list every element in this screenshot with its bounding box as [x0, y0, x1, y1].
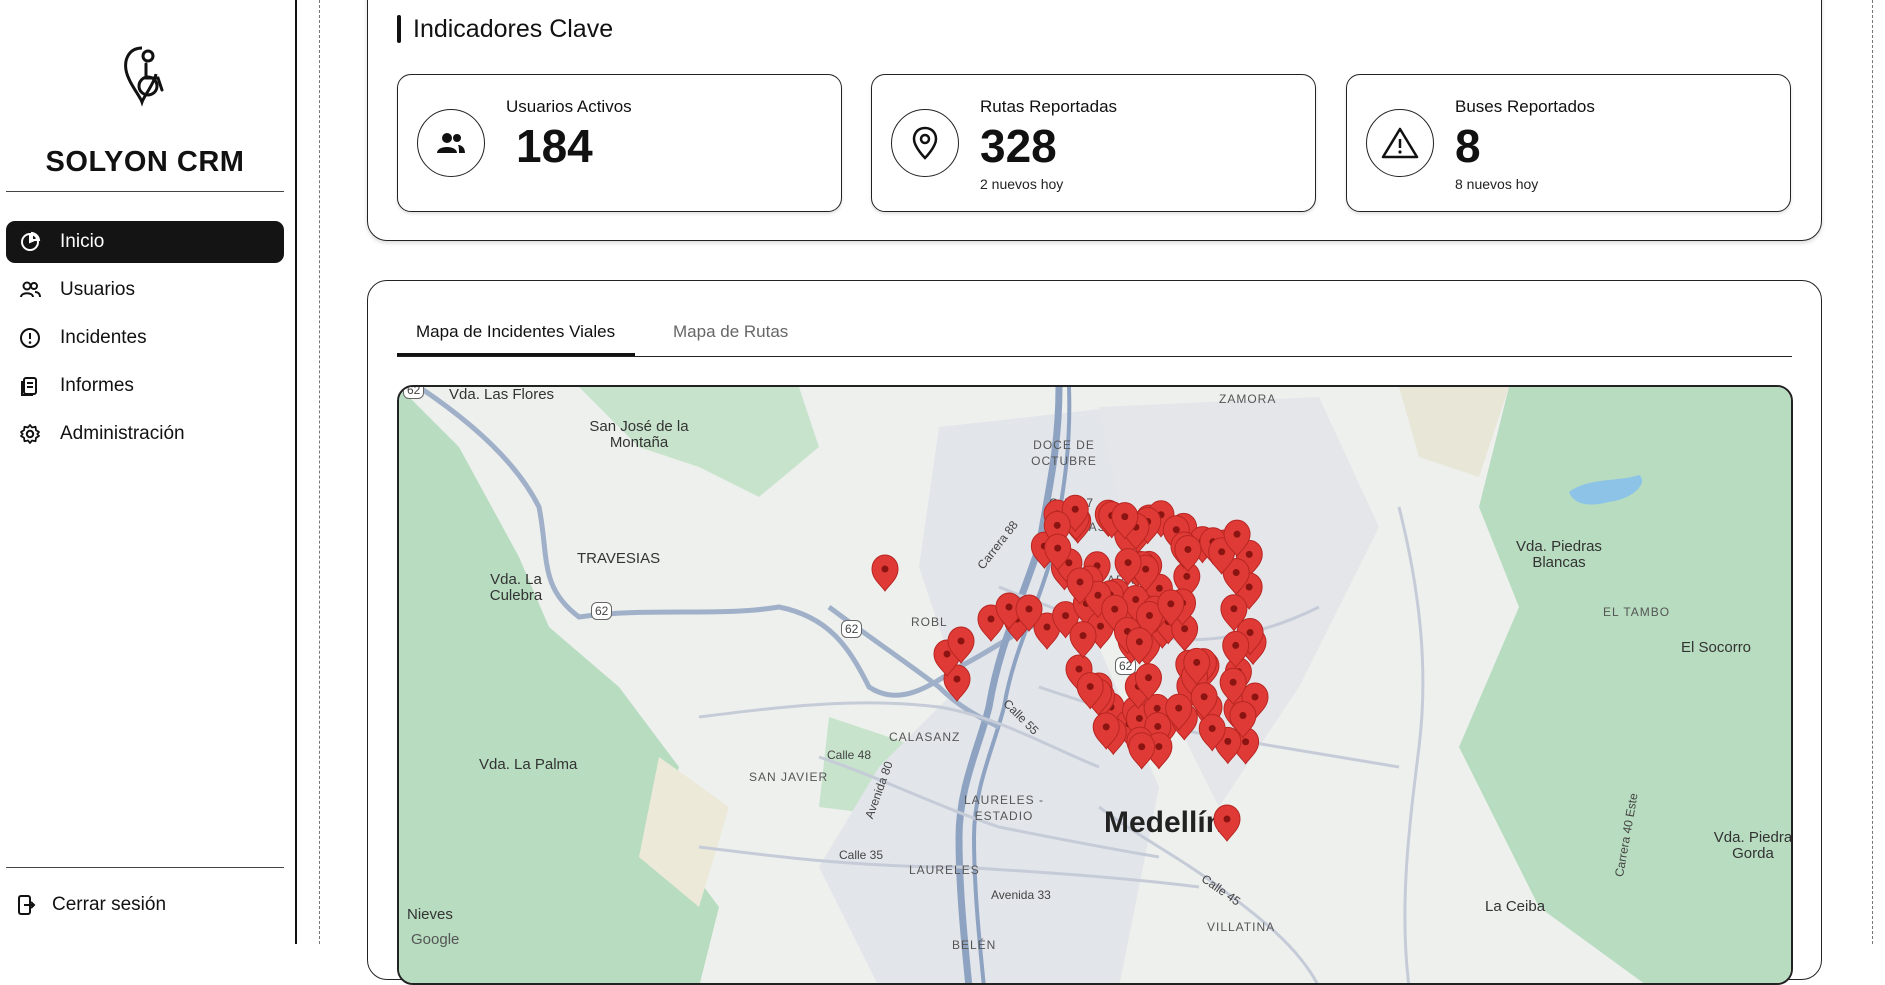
map-pin-icon — [891, 109, 959, 177]
kpi-card-rutas: Rutas Reportadas 328 2 nuevos hoy — [871, 74, 1316, 212]
kpi-card-buses: Buses Reportados 8 8 nuevos hoy — [1346, 74, 1791, 212]
logout-icon — [16, 893, 38, 917]
users-icon — [18, 278, 42, 302]
title-accent-bar — [397, 15, 401, 43]
sidebar-item-incidentes[interactable]: Incidentes — [6, 317, 284, 359]
sidebar-item-label: Usuarios — [60, 279, 135, 300]
kpi-card-usuarios: Usuarios Activos 184 — [397, 74, 842, 212]
chart-pie-icon — [18, 230, 42, 254]
tab-bar: Mapa de Incidentes Viales Mapa de Rutas — [397, 314, 1792, 357]
divider — [6, 867, 284, 868]
sidebar-item-informes[interactable]: Informes — [6, 365, 284, 407]
section-title-text: Indicadores Clave — [413, 14, 614, 43]
incident-map[interactable]: Vda. Las Flores San José de la Montaña D… — [397, 385, 1793, 985]
sidebar: SOLYON CRM Inicio Usuarios Incidentes In… — [0, 0, 297, 944]
divider — [1872, 0, 1873, 944]
sidebar-item-usuarios[interactable]: Usuarios — [6, 269, 284, 311]
tab-mapa-incidentes[interactable]: Mapa de Incidentes Viales — [416, 322, 615, 342]
incident-marker-icon[interactable] — [1069, 621, 1097, 659]
sidebar-item-label: Administración — [60, 423, 185, 444]
logout-label: Cerrar sesión — [52, 894, 167, 915]
kpi-subtext: 2 nuevos hoy — [980, 176, 1064, 192]
kpi-value: 184 — [516, 120, 593, 172]
incident-marker-icon[interactable] — [871, 554, 899, 592]
sidebar-item-label: Informes — [60, 375, 134, 396]
kpi-label: Buses Reportados — [1455, 97, 1595, 116]
warning-icon — [1366, 109, 1434, 177]
active-tab-indicator — [397, 353, 635, 356]
incident-markers — [871, 494, 1269, 842]
sidebar-item-inicio[interactable]: Inicio — [6, 221, 284, 263]
incident-marker-icon[interactable] — [1128, 732, 1156, 770]
sidebar-item-label: Inicio — [60, 231, 105, 252]
tab-mapa-rutas[interactable]: Mapa de Rutas — [673, 322, 788, 342]
logo-icon — [118, 42, 174, 108]
users-icon — [417, 109, 485, 177]
sidebar-item-label: Incidentes — [60, 327, 147, 348]
kpi-value: 8 — [1455, 120, 1481, 172]
alert-circle-icon — [18, 326, 42, 350]
kpi-label: Usuarios Activos — [506, 97, 632, 116]
sidebar-item-administracion[interactable]: Administración — [6, 413, 284, 455]
section-title: Indicadores Clave — [397, 14, 613, 44]
brand-name: SOLYON CRM — [45, 146, 245, 178]
divider — [6, 191, 284, 192]
logout-button[interactable]: Cerrar sesión — [16, 893, 166, 917]
gear-icon — [18, 422, 42, 446]
kpi-value: 328 — [980, 120, 1057, 172]
divider — [319, 0, 320, 944]
incident-marker-icon[interactable] — [1213, 804, 1241, 842]
sidebar-nav: Inicio Usuarios Incidentes Informes Admi… — [6, 221, 284, 461]
report-icon — [18, 374, 42, 398]
kpi-subtext: 8 nuevos hoy — [1455, 176, 1539, 192]
kpi-label: Rutas Reportadas — [980, 97, 1118, 116]
